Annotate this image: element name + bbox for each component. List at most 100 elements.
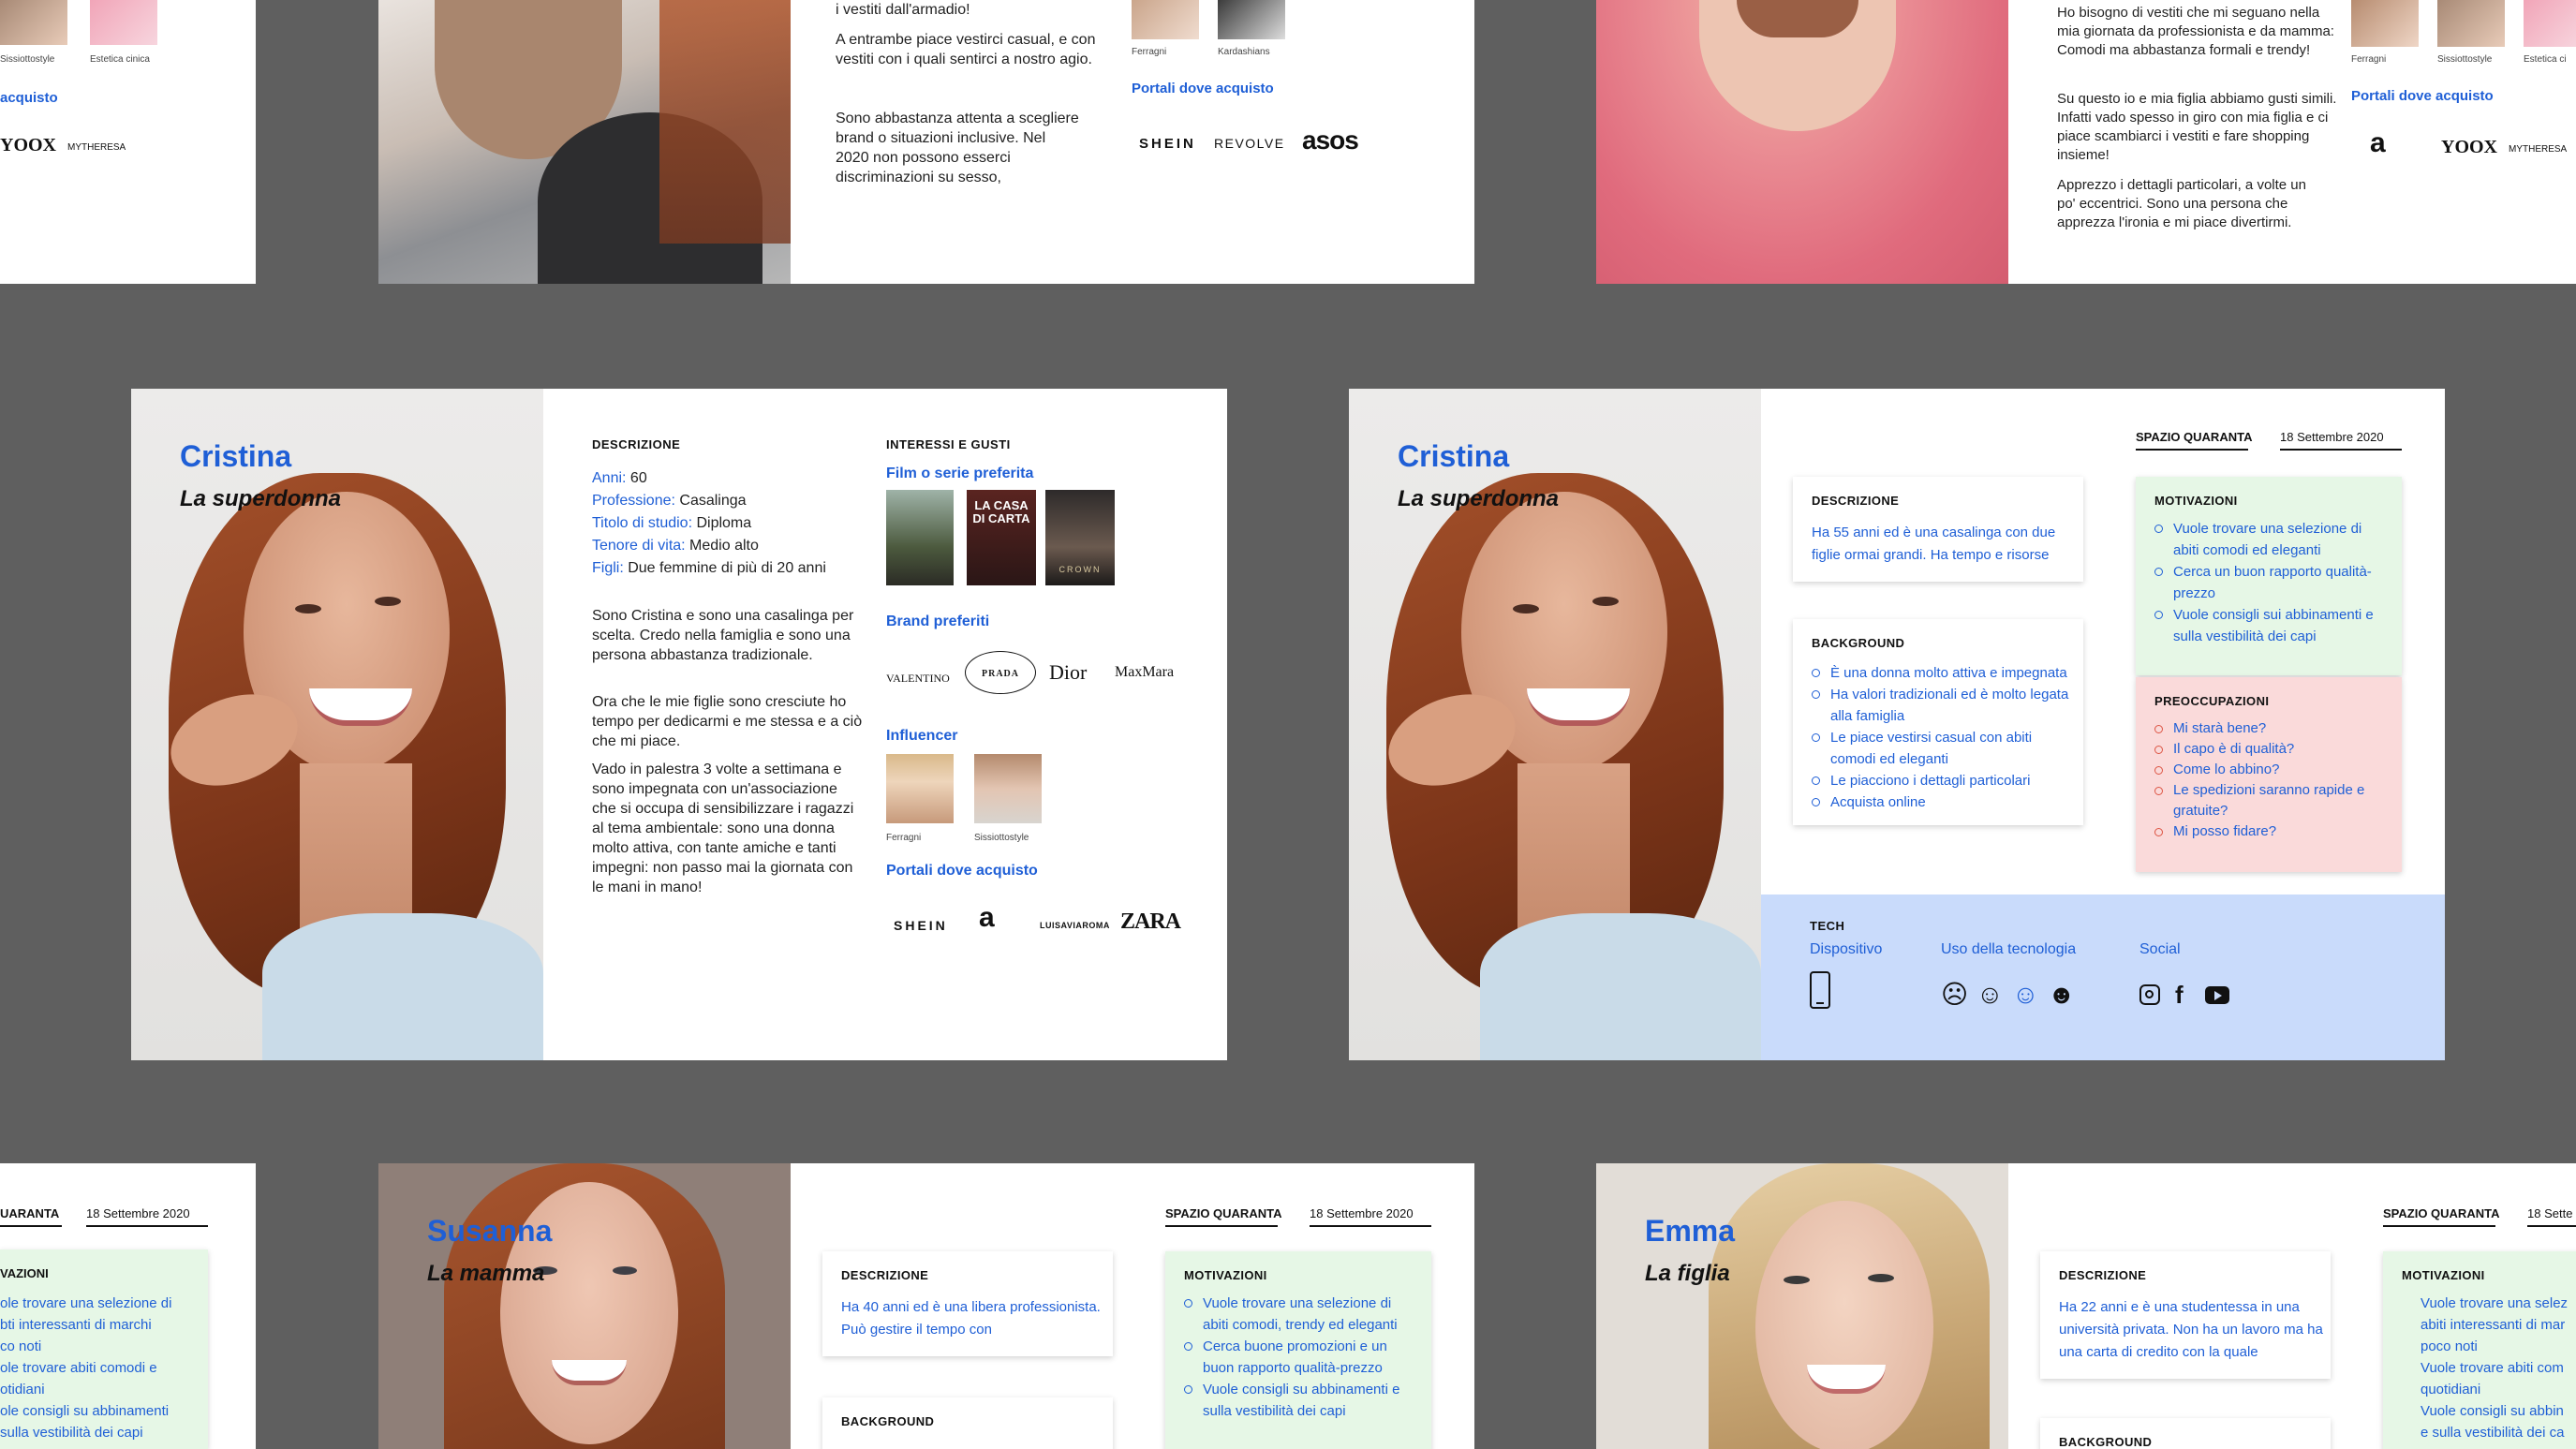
influencer-caption: Ferragni [886, 833, 922, 843]
description-text: Ha 40 anni ed è una libera professionist… [841, 1299, 1101, 1338]
tech-heading: TECH [1810, 919, 1845, 933]
influencer-photo [2351, 0, 2419, 47]
brand-tab-underline [0, 1225, 62, 1227]
description-text: Ha 22 anni e è una studentessa in una un… [2059, 1299, 2323, 1360]
motivation-item: Vuole consigli sui abbinamenti e sulla v… [2154, 604, 2389, 647]
worries-box: PREOCCUPAZIONI Mi starà bene? Il capo è … [2136, 677, 2402, 872]
motivation-item: Vuole trovare una selezione di abiti com… [2154, 518, 2389, 561]
influencer-photo-sissiottostyle [974, 754, 1042, 823]
influencer-photo [1132, 0, 1199, 39]
worries-heading: PREOCCUPAZIONI [2154, 694, 2270, 708]
brand-logo-maxmara: MaxMara [1115, 664, 1175, 680]
influencer-caption: Estetica cinica [90, 54, 150, 65]
motivation-item: Cerca un buon rapporto qualità-prezzo [2154, 561, 2389, 604]
brand-logo-mytheresa: MYTHERESA [2509, 144, 2568, 155]
portal-logo-shein: SHEIN [894, 918, 948, 933]
description-box: DESCRIZIONE Ha 22 anni e è una studentes… [2040, 1251, 2331, 1379]
influencer-photo-ferragni [886, 754, 954, 823]
persona-subtitle: La superdonna [180, 486, 342, 511]
persona-card-susanna: Susanna La mamma SPAZIO QUARANTA 18 Sett… [378, 1163, 1474, 1449]
description-box: DESCRIZIONE Ha 40 anni ed è una libera p… [822, 1251, 1113, 1356]
background-box: BACKGROUND [822, 1397, 1113, 1449]
worry-item: Le spedizioni saranno rapide e gratuite? [2154, 780, 2389, 821]
date-tab-underline [1310, 1225, 1431, 1227]
portals-label: Portali dove acquisto [2351, 88, 2494, 104]
influencer-caption: Sissiottostyle [0, 54, 55, 65]
motivations-heading: MOTIVAZIONI [1184, 1268, 1267, 1282]
field-education: Titolo di studio: Diploma [592, 515, 752, 531]
description-heading: DESCRIZIONE [1812, 494, 1900, 508]
brand-logo-prada: PRADA [965, 651, 1036, 694]
background-box: BACKGROUND [2040, 1418, 2331, 1449]
motivations-list: Vuole trovare una selez abiti interessan… [2421, 1295, 2569, 1441]
background-item: È una donna molto attiva e impegnata [1812, 662, 2070, 684]
persona-card-top-right: Ho bisogno di vestiti che mi seguano nel… [1596, 0, 2576, 284]
description-text: Ha 55 anni ed è una casalinga con due fi… [1812, 525, 2056, 563]
persona-name: Cristina [1398, 439, 1510, 473]
influencer-photo [2437, 0, 2505, 47]
description-heading: DESCRIZIONE [841, 1268, 929, 1282]
persona-card-top-left: Sissiottostyle Estetica cinica acquisto … [0, 0, 256, 284]
persona-name: Cristina [180, 439, 292, 473]
motivations-box: MOTIVAZIONI Vuole trovare una selezione … [1165, 1251, 1431, 1449]
film-poster-casa-di-carta: LA CASA DI CARTA [967, 490, 1036, 585]
date-tab: 18 Settembre 2020 [86, 1206, 190, 1220]
happy-face-icon-selected: ☺ [2012, 980, 2039, 1009]
bio-paragraph: Sono abbastanza attenta a scegliere bran… [836, 111, 1079, 185]
very-happy-face-icon: ☻ [2048, 980, 2076, 1009]
persona-subtitle: La mamma [427, 1261, 545, 1286]
film-poster-downton [886, 490, 954, 585]
bio-paragraph: Ora che le mie figlie sono cresciute ho … [592, 694, 863, 749]
influencer-photo [90, 0, 157, 45]
brand-logo-shein: SHEIN [1139, 136, 1196, 152]
persona-photo [378, 0, 791, 284]
tech-usage-label: Uso della tecnologia [1941, 941, 2077, 957]
brand-tab-underline [1165, 1225, 1278, 1227]
influencer-caption: Sissiottostyle [2437, 54, 2493, 65]
background-heading: BACKGROUND [1812, 636, 1905, 650]
date-tab-underline [2527, 1225, 2576, 1227]
brand-logo-revolve: REVOLVE [1214, 136, 1285, 151]
portals-link[interactable]: acquisto [0, 90, 58, 106]
motivations-box: VAZIONI ole trovare una selezione di bti… [0, 1249, 208, 1449]
portals-label: Portali dove acquisto [1132, 81, 1274, 96]
bio-paragraph: Apprezzo i dettagli particolari, a volte… [2057, 177, 2306, 230]
film-poster-crown: CROWN [1045, 490, 1115, 585]
social-label: Social [2139, 941, 2181, 957]
background-item: Le piace vestirsi casual con abiti comod… [1812, 727, 2070, 770]
motivations-list: Vuole trovare una selezione di abiti com… [1184, 1293, 1418, 1422]
background-list: È una donna molto attiva e impegnata Ha … [1812, 662, 2070, 813]
worries-list: Mi starà bene? Il capo è di qualità? Com… [2154, 718, 2389, 842]
description-box: DESCRIZIONE Ha 55 anni ed è una casaling… [1793, 477, 2083, 582]
field-age: Anni: 60 [592, 470, 647, 486]
brand-logo-asos: asos [1302, 126, 1359, 155]
bio-paragraph: Sono Cristina e sono una casalinga per s… [592, 608, 854, 663]
brand-tab: SPAZIO QUARANTA [2383, 1206, 2500, 1220]
influencer-photo [2524, 0, 2576, 47]
worry-item: Come lo abbino? [2154, 760, 2389, 780]
neutral-face-icon: ☺ [1976, 980, 2004, 1009]
brand-logo-dior: Dior [1049, 660, 1088, 684]
worry-item: Mi posso fidare? [2154, 821, 2389, 842]
facebook-icon: f [2175, 981, 2184, 1009]
worry-item: Il capo è di qualità? [2154, 739, 2389, 760]
sad-face-icon: ☹ [1941, 980, 1969, 1009]
tech-panel: TECH Dispositivo Uso della tecnologia ☹ … [1761, 895, 2445, 1060]
persona-subtitle: La superdonna [1398, 486, 1560, 511]
persona-subtitle: La figlia [1645, 1261, 1730, 1286]
brand-tab: SPAZIO QUARANTA [1165, 1206, 1282, 1220]
youtube-icon [2205, 986, 2229, 1004]
worry-item: Mi starà bene? [2154, 718, 2389, 739]
influencer-label: Influencer [886, 728, 958, 744]
influencer-photo [1218, 0, 1285, 39]
background-item: Ha valori tradizionali ed è molto legata… [1812, 684, 2070, 727]
field-profession: Professione: Casalinga [592, 493, 747, 509]
motivation-item: Vuole trovare una selezione di abiti com… [1184, 1293, 1418, 1336]
brand-logo-amazon: a [2370, 127, 2386, 158]
description-heading: DESCRIZIONE [592, 437, 681, 451]
persona-photo [1596, 1163, 2008, 1449]
motivations-heading: MOTIVAZIONI [2402, 1268, 2485, 1282]
portals-label: Portali dove acquisto [886, 863, 1038, 879]
persona-card-cristina-summary: Cristina La superdonna SPAZIO QUARANTA 1… [1349, 389, 2445, 1060]
instagram-icon [2139, 984, 2160, 1005]
